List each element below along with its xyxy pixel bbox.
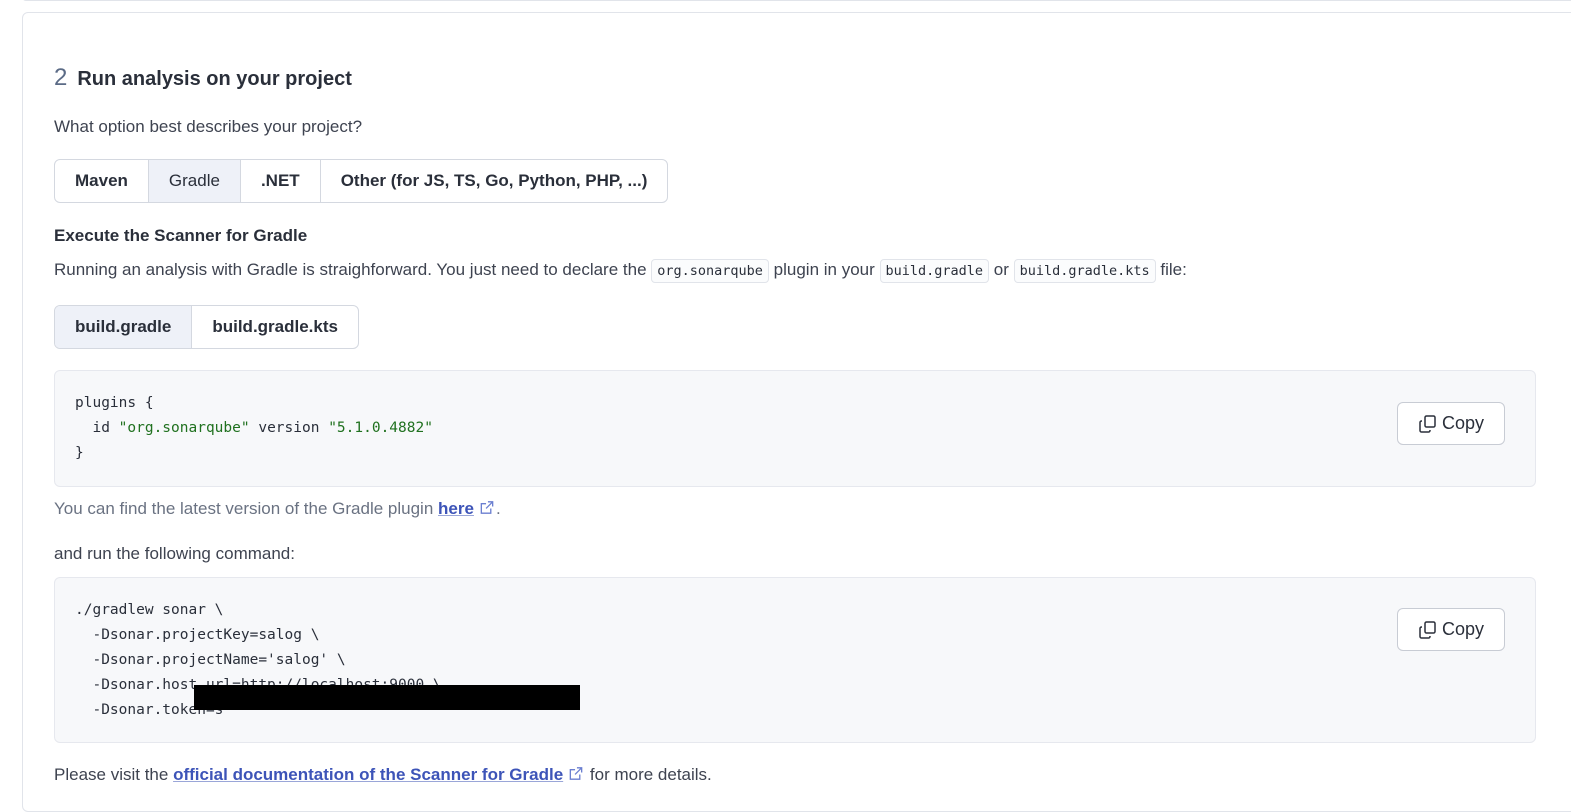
previous-step-card bbox=[22, 0, 1571, 1]
command-line: -Dsonar.projectName='salog' \ bbox=[75, 652, 346, 668]
step-title: Run analysis on your project bbox=[77, 68, 352, 90]
version-note: You can find the latest version of the G… bbox=[54, 499, 501, 519]
desc-text: plugin in your bbox=[768, 260, 880, 279]
build-file-toggle: build.gradle build.gradle.kts bbox=[54, 305, 359, 349]
code-text: version bbox=[249, 420, 329, 436]
external-link-icon bbox=[569, 767, 583, 780]
command-line: -Dsonar.projectKey=salog \ bbox=[75, 627, 320, 643]
option-maven[interactable]: Maven bbox=[55, 160, 149, 202]
plugin-name-code: org.sonarqube bbox=[651, 259, 769, 283]
build-tool-toggle: Maven Gradle .NET Other (for JS, TS, Go,… bbox=[54, 159, 669, 203]
code-line: plugins { bbox=[75, 395, 154, 411]
footer-text: for more details. bbox=[585, 765, 712, 784]
copy-icon bbox=[1419, 414, 1436, 433]
code-line: } bbox=[75, 445, 84, 461]
project-type-question: What option best describes your project? bbox=[54, 117, 363, 136]
copy-command-button[interactable]: Copy bbox=[1397, 608, 1505, 651]
build-gradle-kts-code: build.gradle.kts bbox=[1013, 259, 1156, 283]
footer-text: Please visit the bbox=[54, 765, 174, 784]
option-build-gradle[interactable]: build.gradle bbox=[55, 306, 193, 348]
option-build-gradle-kts[interactable]: build.gradle.kts bbox=[192, 306, 358, 348]
scanner-heading: Execute the Scanner for Gradle bbox=[54, 226, 308, 245]
docs-footer: Please visit the official documentation … bbox=[54, 765, 712, 785]
note-text: You can find the latest version of the G… bbox=[54, 499, 439, 518]
step-header: 2 Run analysis on your project bbox=[54, 64, 352, 92]
option-gradle[interactable]: Gradle bbox=[148, 160, 241, 202]
plugin-version-link[interactable]: here bbox=[438, 499, 474, 518]
copy-icon bbox=[1419, 620, 1436, 639]
build-gradle-code: build.gradle bbox=[879, 259, 990, 283]
code-line: id bbox=[75, 420, 119, 436]
note-text: . bbox=[495, 499, 501, 518]
step-number: 2 bbox=[54, 64, 68, 91]
option-other[interactable]: Other (for JS, TS, Go, Python, PHP, ...) bbox=[321, 160, 668, 202]
plugin-version-string: "5.1.0.4882" bbox=[328, 420, 433, 436]
desc-text: or bbox=[989, 260, 1014, 279]
copy-plugin-button[interactable]: Copy bbox=[1397, 402, 1505, 445]
copy-label: Copy bbox=[1441, 619, 1485, 639]
desc-text: file: bbox=[1155, 260, 1187, 279]
desc-text: Running an analysis with Gradle is strai… bbox=[54, 260, 652, 279]
scanner-description: Running an analysis with Gradle is strai… bbox=[54, 259, 1187, 283]
plugin-code-block: plugins { id "org.sonarqube" version "5.… bbox=[54, 370, 1536, 487]
command-line: ./gradlew sonar \ bbox=[75, 602, 224, 618]
scanner-docs-link[interactable]: official documentation of the Scanner fo… bbox=[173, 765, 563, 784]
option-dotnet[interactable]: .NET bbox=[241, 160, 321, 202]
plugin-code: plugins { id "org.sonarqube" version "5.… bbox=[75, 391, 433, 466]
plugin-id-string: "org.sonarqube" bbox=[118, 420, 250, 436]
run-command-text: and run the following command: bbox=[54, 544, 295, 563]
copy-label: Copy bbox=[1441, 413, 1485, 433]
command-code-block: ./gradlew sonar \ -Dsonar.projectKey=sal… bbox=[54, 577, 1536, 743]
external-link-icon bbox=[480, 501, 494, 514]
redacted-token bbox=[194, 685, 580, 710]
